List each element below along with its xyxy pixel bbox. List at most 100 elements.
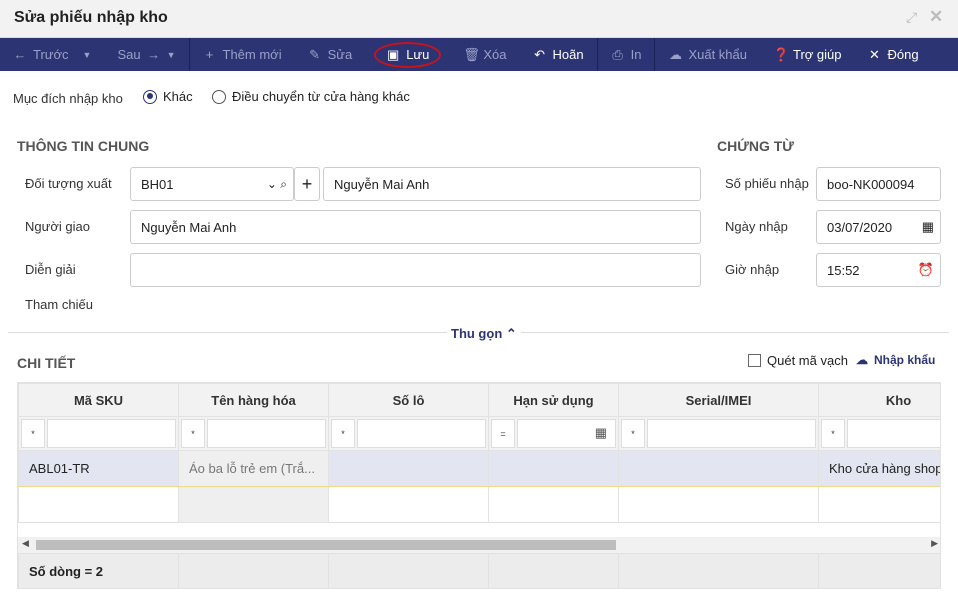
arrow-left-icon: ← [13,47,27,62]
table-cell[interactable] [488,486,619,523]
table-cell[interactable] [488,450,619,487]
undo-label: Hoãn [552,47,584,62]
chevron-down-icon[interactable]: ▼ [83,50,92,60]
scroll-right-icon[interactable]: ▶ [931,538,938,549]
purpose-label: Mục đích nhập kho [13,91,123,106]
column-header[interactable]: Serial/IMEI [618,383,819,417]
table-cell[interactable] [328,450,489,487]
filter-input[interactable] [647,419,816,448]
column-header[interactable]: Mã SKU [18,383,179,417]
footer-cell [618,553,819,588]
column-header[interactable]: Kho [818,383,940,417]
voucher-section-title: CHỨNG TỪ [717,138,794,154]
close-button[interactable]: ✕ Đóng [855,38,932,71]
chevron-down-search-icon[interactable]: ⌄ ⌕ [267,177,287,192]
add-target-button[interactable]: + [294,167,320,201]
radio-other-label: Khác [163,89,193,104]
chevron-up-icon: ⌃ [505,326,517,341]
add-button[interactable]: + Thêm mới [190,38,295,71]
filter-cell: * [818,416,940,451]
voucher-number-input[interactable]: boo-NK000094 [816,167,941,201]
filter-input[interactable] [847,419,940,448]
cloud-download-icon: ☁ [668,46,682,62]
radio-transfer[interactable]: Điều chuyển từ cửa hàng khác [212,89,410,104]
help-button[interactable]: ❓ Trợ giúp [760,38,855,71]
detail-section-title: CHI TIẾT [17,355,76,371]
filter-operator[interactable]: * [21,419,45,448]
table-cell[interactable]: Kho cửa hàng shop [818,450,940,487]
table-cell[interactable] [618,450,819,487]
undo-button[interactable]: ↶ Hoãn [520,38,597,71]
filter-operator[interactable]: * [821,419,845,448]
deliverer-label: Người giao [25,219,90,234]
column-header[interactable]: Hạn sử dụng [488,383,619,417]
date-input[interactable]: 03/07/2020 ▦ [816,210,941,244]
column-header[interactable]: Tên hàng hóa [178,383,329,417]
save-label: Lưu [406,47,430,62]
title-bar: Sửa phiếu nhập kho ⤢ ✕ [0,0,958,38]
time-value: 15:52 [827,262,860,278]
scan-label: Quét mã vạch [767,353,848,368]
filter-cell: * [18,416,179,451]
print-button[interactable]: ⎙ In [598,38,655,71]
help-label: Trợ giúp [792,47,842,62]
table-cell[interactable] [618,486,819,523]
table-cell[interactable]: Áo ba lỗ trẻ em (Trắ... [178,450,329,487]
scan-barcode-checkbox[interactable]: Quét mã vạch [748,353,848,368]
checkbox-icon [748,354,761,367]
pencil-icon: ✎ [309,46,321,62]
printer-icon: ⎙ [612,46,623,62]
filter-operator[interactable]: * [621,419,645,448]
table-cell[interactable]: ABL01-TR [18,450,179,487]
description-label: Diễn giải [25,262,76,277]
filter-operator[interactable]: * [331,419,355,448]
prev-label: Trước [33,47,69,62]
filter-operator[interactable]: * [181,419,205,448]
scroll-left-icon[interactable]: ◀ [22,538,29,549]
footer-cell [818,553,940,588]
export-target-name-input[interactable]: Nguyễn Mai Anh [323,167,701,201]
floppy-icon: ▣ [387,46,400,62]
filter-input[interactable] [357,419,486,448]
import-button[interactable]: ☁ Nhập khẩu [856,353,935,367]
export-button[interactable]: ☁ Xuất khẩu [655,38,760,71]
next-button[interactable]: Sau → ▼ [104,38,188,71]
export-target-label: Đối tượng xuất [25,176,112,191]
scrollbar-thumb[interactable] [36,540,616,550]
table-cell[interactable] [328,486,489,523]
chevron-down-icon[interactable]: ▼ [167,50,176,60]
export-target-select[interactable]: BH01 ⌄ ⌕ [130,167,294,201]
question-icon: ❓ [772,46,790,62]
voucher-number-label: Số phiếu nhập [725,176,809,191]
filter-operator[interactable]: = [491,419,515,448]
date-label: Ngày nhập [725,219,788,234]
row-count: Số dòng = 2 [18,553,179,588]
clock-icon[interactable]: ⏰ [918,262,934,278]
table-cell[interactable] [18,486,179,523]
calendar-icon[interactable]: ▦ [922,219,934,235]
calendar-icon[interactable]: ▦ [595,425,607,441]
collapse-label: Thu gọn [451,326,503,341]
table-cell[interactable] [178,486,329,523]
date-value: 03/07/2020 [827,219,893,235]
filter-input[interactable]: ▦ [517,419,616,448]
edit-button[interactable]: ✎ Sửa [295,38,366,71]
toolbar: ← Trước ▼ Sau → ▼ + Thêm mới ✎ Sửa ▣ Lưu 🗑 Xóa ↶… [0,38,958,71]
table-cell[interactable] [818,486,940,523]
collapse-button[interactable]: Thu gọn ⌃ [447,326,521,342]
delete-button[interactable]: 🗑 Xóa [450,38,519,71]
filter-input[interactable] [207,419,326,448]
undo-icon: ↶ [534,46,545,62]
prev-button[interactable]: ← Trước ▼ [0,38,104,71]
deliverer-input[interactable]: Nguyễn Mai Anh [130,210,701,244]
time-label: Giờ nhập [725,262,780,277]
horizontal-scrollbar[interactable]: ◀ ▶ [18,537,940,553]
close-icon[interactable]: ✕ [929,7,943,27]
maximize-icon[interactable]: ⤢ [906,9,917,26]
time-input[interactable]: 15:52 ⏰ [816,253,941,287]
save-button[interactable]: ▣ Lưu [365,38,450,71]
filter-input[interactable] [47,419,176,448]
description-input[interactable] [130,253,701,287]
radio-other[interactable]: Khác [143,89,193,104]
column-header[interactable]: Số lô [328,383,489,417]
